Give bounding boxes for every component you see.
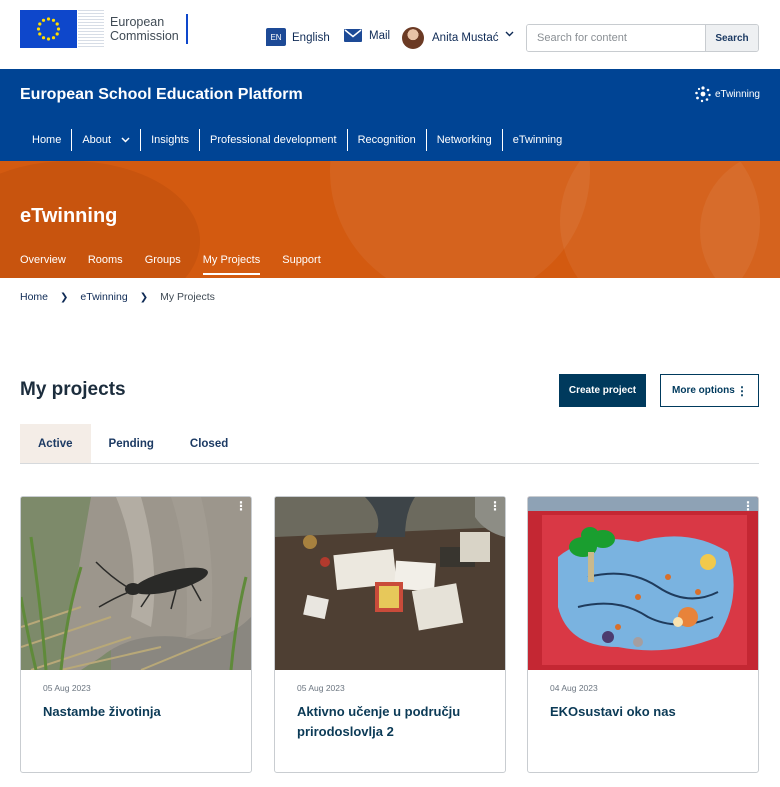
breadcrumb-current: My Projects xyxy=(160,291,215,303)
page-heading: eTwinning xyxy=(20,205,118,227)
envelope-icon xyxy=(344,29,362,42)
breadcrumb: Home ❯ eTwinning ❯ My Projects xyxy=(20,291,215,303)
nav-item-recognition[interactable]: Recognition xyxy=(348,129,427,151)
nav-item-professional-development[interactable]: Professional development xyxy=(200,129,348,151)
project-date: 05 Aug 2023 xyxy=(43,683,91,693)
beetle-on-tree-photo: ⋮ xyxy=(21,497,251,670)
nav-label: eTwinning xyxy=(512,134,563,146)
nav-label: Networking xyxy=(436,134,492,146)
project-title[interactable]: Nastambe životinja xyxy=(43,702,238,722)
mail-label: Mail xyxy=(369,29,391,42)
top-bar: European Commission EN English Mail Anit… xyxy=(0,0,780,69)
user-menu[interactable]: Anita Mustać xyxy=(402,27,514,49)
nav-label: Professional development xyxy=(210,134,337,146)
subnav-my-projects[interactable]: My Projects xyxy=(202,254,261,275)
project-card[interactable]: ⋮ 04 Aug 2023 EKOsustavi oko nas xyxy=(527,496,759,773)
nav-item-insights[interactable]: Insights xyxy=(141,129,201,151)
search-input[interactable] xyxy=(527,25,705,51)
search-form: Search xyxy=(526,24,759,52)
more-options-button[interactable]: More options ⋮ xyxy=(660,374,759,407)
etwinning-logo-icon xyxy=(695,86,711,103)
card-kebab-icon[interactable]: ⋮ xyxy=(235,500,247,512)
tab-closed[interactable]: Closed xyxy=(172,424,246,463)
subnav-support[interactable]: Support xyxy=(282,254,321,275)
project-card[interactable]: ⋮ 05 Aug 2023 Aktivno učenje u području … xyxy=(274,496,506,773)
breadcrumb-etwinning[interactable]: eTwinning xyxy=(80,291,127,303)
avatar xyxy=(402,27,424,49)
etwinning-banner: eTwinning Overview Rooms Groups My Proje… xyxy=(0,161,780,278)
project-card[interactable]: ⋮ 05 Aug 2023 Nastambe životinja xyxy=(20,496,252,773)
nav-label: About xyxy=(82,134,112,146)
nav-item-about[interactable]: About xyxy=(72,129,142,151)
nav-label: Home xyxy=(32,134,62,146)
search-button[interactable]: Search xyxy=(705,25,758,51)
tab-active[interactable]: Active xyxy=(20,424,91,463)
breadcrumb-home[interactable]: Home xyxy=(20,291,48,303)
logo-text: European Commission xyxy=(110,14,188,44)
kebab-menu-icon: ⋮ xyxy=(736,383,748,398)
my-projects-title: My projects xyxy=(20,379,126,400)
chevron-right-icon: ❯ xyxy=(60,291,69,303)
eu-flag-icon xyxy=(20,10,77,48)
subnav-rooms[interactable]: Rooms xyxy=(88,254,123,275)
project-date: 05 Aug 2023 xyxy=(297,683,345,693)
table-activity-photo: ⋮ xyxy=(275,497,505,670)
european-commission-logo[interactable]: European Commission xyxy=(20,6,192,52)
tab-pending[interactable]: Pending xyxy=(91,424,172,463)
user-name: Anita Mustać xyxy=(432,32,499,44)
project-status-tabs: Active Pending Closed xyxy=(20,424,759,464)
site-header: European School Education Platform eTwin… xyxy=(0,69,780,161)
etwinning-logo[interactable]: eTwinning xyxy=(694,85,760,103)
language-label: English xyxy=(292,32,330,44)
create-project-button[interactable]: Create project xyxy=(559,374,646,407)
logo-line-2: Commission xyxy=(110,29,179,43)
main-nav: Home About Insights Professional develop… xyxy=(20,129,572,151)
nav-item-etwinning[interactable]: eTwinning xyxy=(503,129,573,151)
etwinning-logo-text: eTwinning xyxy=(714,88,760,100)
project-title[interactable]: EKOsustavi oko nas xyxy=(550,702,745,722)
nav-label: Insights xyxy=(151,134,190,146)
chevron-right-icon: ❯ xyxy=(139,291,149,303)
nav-label: Recognition xyxy=(357,134,416,146)
language-selector[interactable]: EN English xyxy=(266,28,330,47)
chevron-down-icon xyxy=(505,31,514,37)
logo-line-1: European xyxy=(110,15,165,29)
nav-item-home[interactable]: Home xyxy=(20,129,73,151)
ecosystem-diorama-photo: ⋮ xyxy=(528,497,758,670)
card-kebab-icon[interactable]: ⋮ xyxy=(742,500,754,512)
card-kebab-icon[interactable]: ⋮ xyxy=(489,500,501,512)
project-date: 04 Aug 2023 xyxy=(550,683,598,693)
etwinning-subnav: Overview Rooms Groups My Projects Suppor… xyxy=(20,254,343,275)
chevron-down-icon xyxy=(121,137,130,143)
more-options-label: More options xyxy=(672,385,735,396)
subnav-overview[interactable]: Overview xyxy=(20,254,66,275)
project-title[interactable]: Aktivno učenje u području prirodoslovlja… xyxy=(297,702,492,742)
language-icon: EN xyxy=(266,28,286,46)
mail-link[interactable]: Mail xyxy=(344,29,390,42)
logo-stripes xyxy=(78,10,104,48)
banner-decoration xyxy=(330,161,590,278)
nav-item-networking[interactable]: Networking xyxy=(427,129,503,151)
subnav-groups[interactable]: Groups xyxy=(145,254,181,275)
site-title[interactable]: European School Education Platform xyxy=(20,86,303,104)
